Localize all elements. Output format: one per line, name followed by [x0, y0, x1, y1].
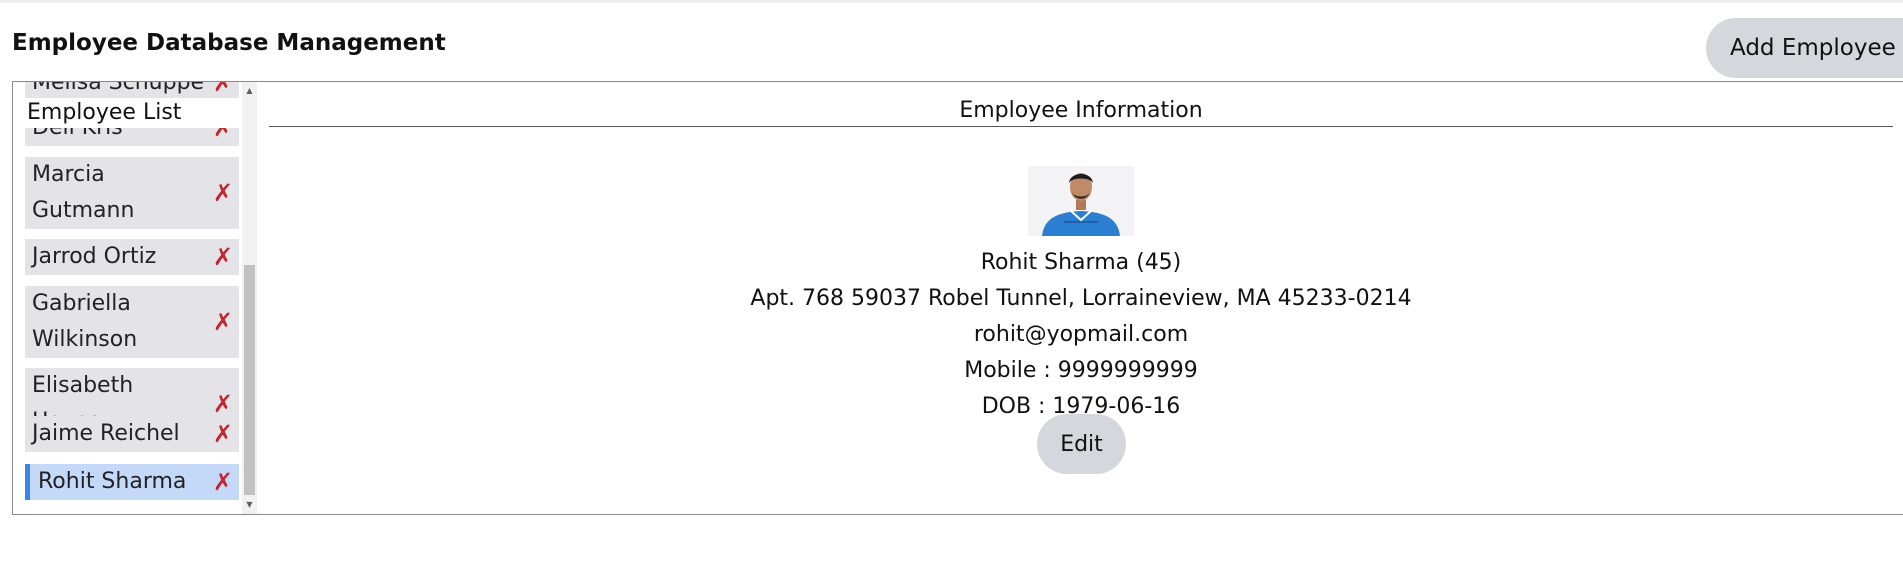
- scrollbar-thumb[interactable]: [244, 265, 255, 495]
- scroll-down-arrow-icon[interactable]: ▼: [242, 498, 257, 512]
- employee-name: Rohit Sharma: [38, 469, 187, 494]
- employee-info-heading: Employee Information: [269, 96, 1893, 127]
- employee-list-sidebar: Melisa Schuppe ✗ Dell Kris ✗ Marcia Gutm…: [13, 82, 257, 514]
- add-employee-button[interactable]: Add Employee: [1706, 18, 1903, 78]
- employee-list-item[interactable]: Marcia Gutmann ✗: [25, 157, 239, 229]
- scroll-up-arrow-icon[interactable]: ▲: [242, 84, 257, 98]
- employee-list-heading: Employee List: [25, 98, 239, 128]
- employee-list-item[interactable]: Jaime Reichel ✗: [25, 416, 239, 452]
- delete-employee-icon[interactable]: ✗: [213, 422, 233, 446]
- delete-employee-icon[interactable]: ✗: [213, 392, 233, 416]
- employee-list-item[interactable]: Gabriella Wilkinson ✗: [25, 286, 239, 358]
- employee-photo: [1028, 166, 1134, 236]
- page-title: Employee Database Management: [12, 30, 446, 56]
- employee-name: Gabriella Wilkinson: [32, 291, 138, 352]
- list-scrollbar[interactable]: ▲ ▼: [242, 82, 257, 514]
- employee-name: Marcia Gutmann: [32, 162, 135, 223]
- employee-list-item-selected[interactable]: Rohit Sharma ✗: [25, 464, 239, 500]
- delete-employee-icon[interactable]: ✗: [213, 245, 233, 269]
- employee-address: Apt. 768 59037 Robel Tunnel, Lorrainevie…: [750, 286, 1412, 311]
- delete-employee-icon[interactable]: ✗: [213, 181, 233, 205]
- delete-employee-icon[interactable]: ✗: [213, 82, 233, 95]
- employee-name-age: Rohit Sharma (45): [980, 250, 1182, 275]
- employee-list-item[interactable]: Jarrod Ortiz ✗: [25, 239, 239, 275]
- top-border: [0, 0, 1903, 3]
- employee-name: Jarrod Ortiz: [32, 244, 157, 269]
- person-icon: [1028, 166, 1134, 236]
- employee-mobile: Mobile : 9999999999: [964, 358, 1198, 383]
- employee-name: Jaime Reichel: [32, 421, 180, 446]
- delete-employee-icon[interactable]: ✗: [213, 310, 233, 334]
- delete-employee-icon[interactable]: ✗: [213, 470, 233, 494]
- main-panel: Melisa Schuppe ✗ Dell Kris ✗ Marcia Gutm…: [12, 81, 1903, 515]
- edit-button[interactable]: Edit: [1037, 414, 1126, 474]
- employee-email: rohit@yopmail.com: [973, 322, 1189, 347]
